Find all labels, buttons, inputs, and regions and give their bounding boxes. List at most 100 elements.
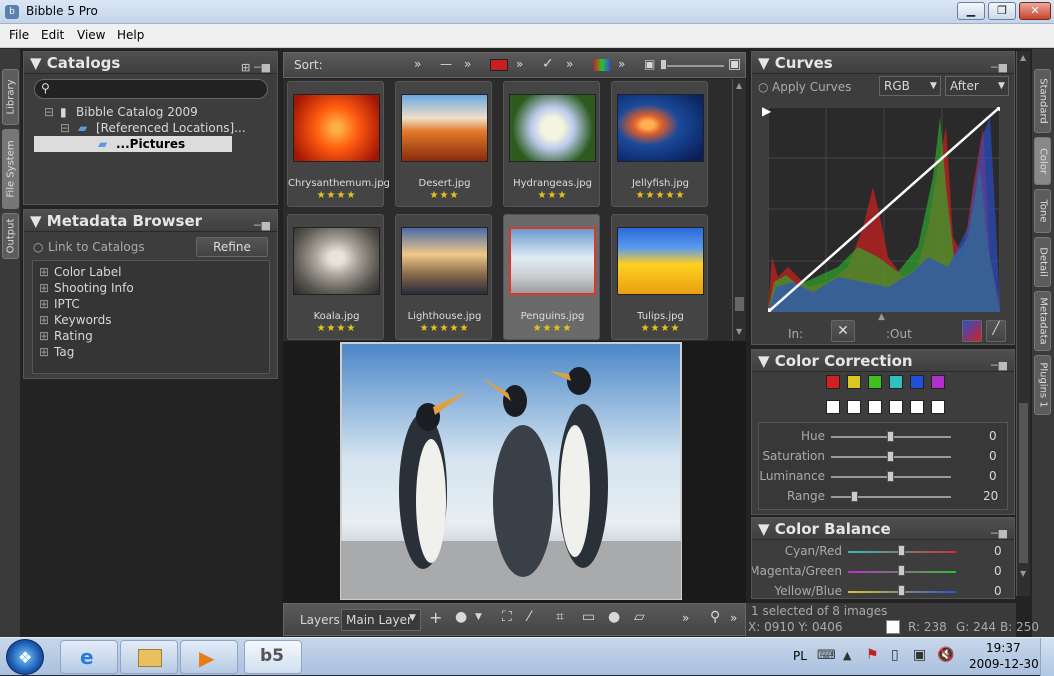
clock-time[interactable]: 19:37	[986, 641, 1021, 655]
start-button[interactable]: ❖	[6, 639, 44, 675]
color-curve-icon[interactable]	[962, 320, 982, 342]
rating-stars[interactable]: ★★★★	[612, 323, 709, 334]
linear-curve-icon[interactable]: ╱	[986, 320, 1006, 342]
tab-plugins[interactable]: Plugins 1	[1034, 355, 1051, 415]
chevron-icon[interactable]: »	[566, 57, 573, 71]
curves-histogram[interactable]	[768, 107, 1000, 312]
color-swatch-blank[interactable]	[889, 400, 903, 414]
thumbnail-selected[interactable]: Penguins.jpg ★★★★	[503, 214, 600, 340]
penguins-photo[interactable]	[283, 341, 746, 603]
minimize-button[interactable]: ▁	[957, 2, 985, 20]
battery-icon[interactable]: ▯	[891, 647, 899, 663]
menu-edit[interactable]: Edit	[41, 28, 64, 42]
thumbnail[interactable]: Tulips.jpg ★★★★	[611, 214, 708, 340]
scroll-thumb[interactable]	[1019, 403, 1028, 563]
rgb-filter-icon[interactable]	[594, 59, 610, 71]
channel-select[interactable]: RGB ▼	[879, 76, 941, 96]
clock-date[interactable]: 2009-12-30	[969, 657, 1039, 671]
line-icon[interactable]: —	[440, 57, 452, 71]
add-layer-icon[interactable]: +	[429, 608, 442, 627]
yellow-blue-slider-knob[interactable]	[898, 585, 905, 596]
thumbnail[interactable]: Desert.jpg ★★★	[395, 81, 492, 207]
yellow-blue-value[interactable]: 0	[994, 584, 1002, 598]
tab-library[interactable]: Library	[2, 69, 19, 125]
hue-value[interactable]: 0	[989, 429, 997, 443]
white-point-marker[interactable]: ▶	[762, 104, 771, 118]
metadata-item-rating[interactable]: Rating	[54, 329, 93, 343]
scroll-thumb[interactable]	[735, 297, 744, 311]
volume-muted-icon[interactable]: 🔇	[937, 647, 954, 663]
tab-detail[interactable]: Detail	[1034, 237, 1051, 287]
thumb-size-slider[interactable]	[662, 65, 724, 67]
thumbnail[interactable]: Chrysanthemum.jpg ★★★★	[287, 81, 390, 207]
eyedropper-icon[interactable]: ⁄	[528, 609, 530, 625]
reset-point-button[interactable]: ✕	[831, 320, 855, 342]
tree-expander[interactable]: ⊟	[44, 105, 54, 119]
color-swatch-green[interactable]	[868, 375, 882, 389]
rating-stars[interactable]: ★★★★★	[612, 190, 709, 201]
color-swatch-blank[interactable]	[826, 400, 840, 414]
sort-more-button[interactable]: »	[414, 57, 421, 71]
metadata-item-keywords[interactable]: Keywords	[54, 313, 112, 327]
chevron-icon[interactable]: »	[618, 57, 625, 71]
pin-icon[interactable]: ─■	[254, 215, 271, 237]
mode-select[interactable]: After ▼	[945, 76, 1009, 96]
thumbnail[interactable]: Hydrangeas.jpg ★★★	[503, 81, 600, 207]
rating-stars[interactable]: ★★★	[396, 190, 493, 201]
tree-item-catalog[interactable]: Bibble Catalog 2009	[76, 105, 198, 119]
chevron-icon[interactable]: »	[516, 57, 523, 71]
tab-metadata[interactable]: Metadata	[1034, 291, 1051, 351]
range-value[interactable]: 20	[983, 489, 998, 503]
show-hidden-icons-icon[interactable]: ▲	[843, 649, 851, 662]
magenta-green-value[interactable]: 0	[994, 564, 1002, 578]
catalogs-header[interactable]: ▼ Catalogs ⊞ ─■	[24, 52, 277, 74]
action-center-icon[interactable]: ⚑	[866, 647, 879, 663]
pin-icon[interactable]: ⊞ ─■	[241, 57, 271, 79]
thumb-size-knob[interactable]	[660, 59, 667, 70]
rating-stars[interactable]: ★★★★	[504, 323, 601, 334]
close-button[interactable]: ✕	[1019, 2, 1051, 20]
layer-select[interactable]: Main Layer ▼	[341, 609, 421, 631]
luminance-value[interactable]: 0	[989, 469, 997, 483]
cyan-red-value[interactable]: 0	[994, 544, 1002, 558]
apply-curves-checkbox[interactable]: ○	[758, 80, 768, 94]
color-swatch-red[interactable]	[826, 375, 840, 389]
color-swatch-blank[interactable]	[868, 400, 882, 414]
crop-icon[interactable]: ⌗	[556, 609, 564, 625]
zoom-icon[interactable]: ⚲	[710, 609, 720, 625]
pin-icon[interactable]: ─■	[991, 523, 1008, 545]
spot-tool-icon[interactable]: ●	[608, 609, 620, 625]
curves-header[interactable]: ▼ Curves ─■	[752, 52, 1014, 74]
menu-view[interactable]: View	[77, 28, 105, 42]
magenta-green-slider-knob[interactable]	[898, 565, 905, 576]
tab-tone[interactable]: Tone	[1034, 189, 1051, 233]
network-icon[interactable]: ▣	[913, 647, 926, 663]
range-slider-knob[interactable]	[851, 491, 858, 502]
tree-item-pictures[interactable]: ...Pictures	[116, 137, 185, 151]
color-balance-header[interactable]: ▼ Color Balance ─■	[752, 518, 1014, 540]
keyboard-icon[interactable]: ⌨	[817, 648, 836, 663]
menu-help[interactable]: Help	[117, 28, 144, 42]
checkmark-icon[interactable]: ✓	[542, 56, 554, 72]
color-swatch-blank[interactable]	[931, 400, 945, 414]
fit-view-icon[interactable]: ⛶	[502, 609, 512, 625]
menu-file[interactable]: File	[9, 28, 29, 42]
taskbar-bibble[interactable]: b5	[244, 640, 302, 674]
catalog-search-input[interactable]: ⚲	[34, 79, 268, 99]
taskbar-explorer[interactable]	[120, 640, 178, 674]
color-swatch-blank[interactable]	[910, 400, 924, 414]
hue-slider-knob[interactable]	[887, 431, 894, 442]
rating-stars[interactable]: ★★★★★	[396, 323, 493, 334]
circle-tool-icon[interactable]: ●	[455, 609, 467, 625]
color-swatch-yellow[interactable]	[847, 375, 861, 389]
range-slider[interactable]	[831, 496, 951, 498]
cyan-red-slider-knob[interactable]	[898, 545, 905, 556]
show-desktop-button[interactable]	[1040, 638, 1054, 676]
saturation-value[interactable]: 0	[989, 449, 997, 463]
maximize-button[interactable]: ❐	[988, 2, 1016, 20]
straighten-icon[interactable]: ▭	[582, 609, 595, 625]
more-tools-button[interactable]: »	[682, 611, 689, 625]
thumbnail[interactable]: Koala.jpg ★★★★	[287, 214, 384, 340]
metadata-item-iptc[interactable]: IPTC	[54, 297, 80, 311]
color-swatch-cyan[interactable]	[889, 375, 903, 389]
